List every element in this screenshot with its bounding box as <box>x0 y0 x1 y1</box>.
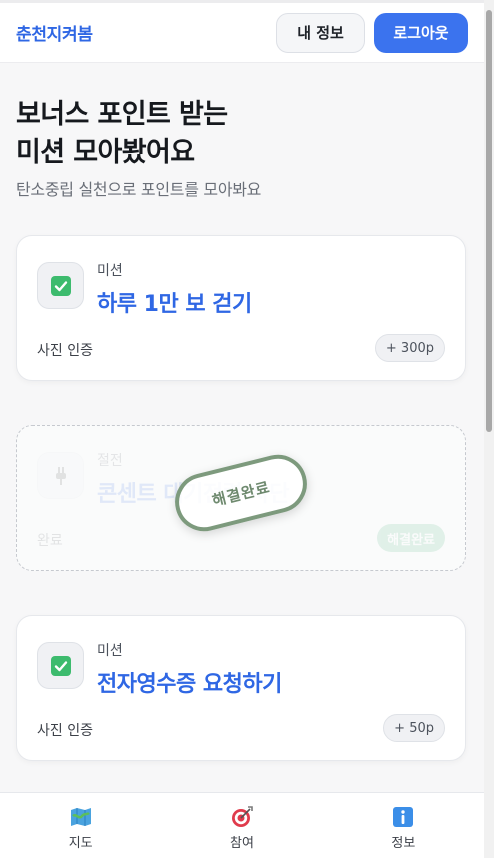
mission-card[interactable]: 미션 하루 1만 보 걷기 사진 인증 + 300p <box>16 235 466 381</box>
mission-verification: 사진 인증 <box>37 343 93 359</box>
logout-button[interactable]: 로그아웃 <box>374 12 468 53</box>
completed-badge: 해결완료 <box>377 524 445 552</box>
page-title: 보너스 포인트 받는 미션 모아봤어요 <box>16 99 228 168</box>
nav-label: 정보 <box>391 836 416 851</box>
mission-category: 절전 <box>97 453 123 469</box>
nav-item-map[interactable]: 지도 <box>0 793 161 858</box>
nav-label: 참여 <box>230 836 254 851</box>
header-actions: 내 정보 로그아웃 <box>276 12 468 53</box>
nav-item-info[interactable]: 정보 <box>323 793 484 858</box>
mission-status: 완료 <box>37 533 63 549</box>
mission-title: 전자영수증 요청하기 <box>97 672 282 697</box>
points-badge: + 50p <box>383 714 445 742</box>
mission-verification: 사진 인증 <box>37 723 93 739</box>
scrollbar[interactable] <box>484 0 494 858</box>
my-info-button[interactable]: 내 정보 <box>276 12 365 53</box>
mission-title: 하루 1만 보 걷기 <box>97 292 252 317</box>
mission-card[interactable]: 미션 전자영수증 요청하기 사진 인증 + 50p <box>16 615 466 761</box>
checkbox-icon <box>37 262 84 309</box>
completed-stamp: 해결완료 <box>168 448 314 538</box>
app-header: 춘천지켜봄 내 정보 로그아웃 <box>0 3 484 63</box>
points-badge: + 300p <box>374 334 445 362</box>
page-subtitle: 탄소중립 실천으로 포인트를 모아봐요 <box>16 180 262 199</box>
target-icon <box>230 805 254 829</box>
checkbox-icon <box>37 642 84 689</box>
info-icon <box>391 805 415 829</box>
nav-item-participate[interactable]: 참여 <box>161 793 322 858</box>
scrollbar-thumb[interactable] <box>486 10 492 432</box>
mission-category: 미션 <box>97 643 123 659</box>
mission-card-completed[interactable]: 절전 콘센트 대기전력 차단 완료 해결완료 해결완료 <box>16 425 466 571</box>
brand-logo[interactable]: 춘천지켜봄 <box>16 20 93 45</box>
mission-category: 미션 <box>97 263 123 279</box>
nav-label: 지도 <box>68 836 93 851</box>
map-icon <box>69 805 93 829</box>
hero-section: 보너스 포인트 받는 미션 모아봤어요 탄소중립 실천으로 포인트를 모아봐요 <box>16 96 466 200</box>
plug-icon <box>37 452 84 499</box>
bottom-navigation: 지도 참여 정보 <box>0 792 484 858</box>
